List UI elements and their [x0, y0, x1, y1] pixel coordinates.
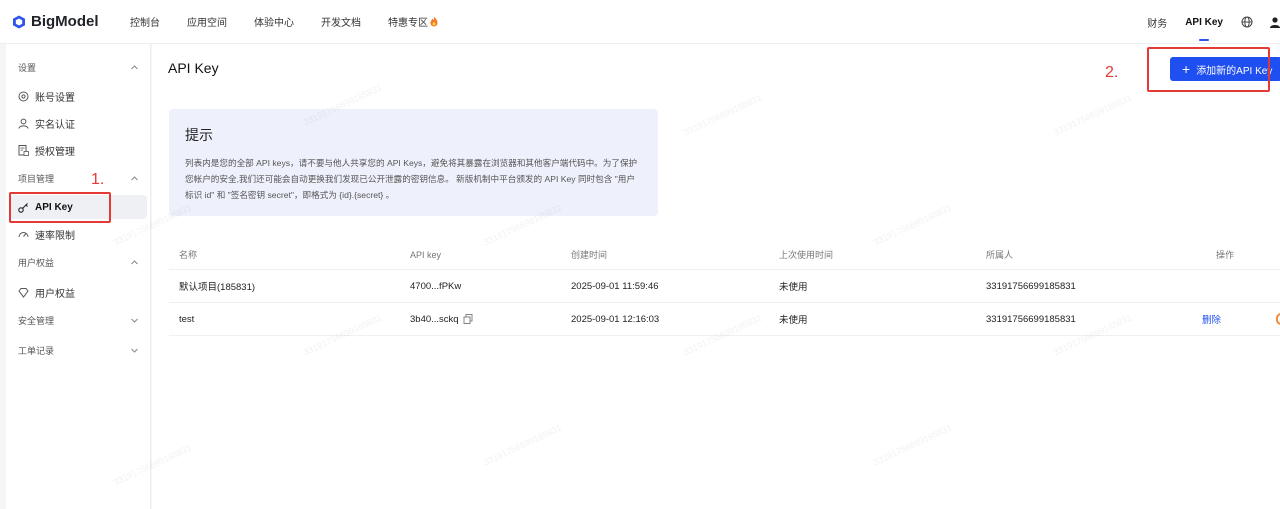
table-header: 名称 API key 创建时间 上次使用时间 所属人 操作	[169, 240, 1280, 270]
header-owner: 所属人	[986, 250, 1014, 260]
sidebar-item-account-settings[interactable]: 账号设置	[10, 84, 147, 108]
diamond-icon	[18, 287, 29, 298]
logo-mark-icon	[13, 15, 25, 28]
tip-panel: 提示 列表内是您的全部 API keys，请不要与他人共享您的 API Keys…	[169, 109, 658, 216]
chevron-up-icon	[131, 175, 138, 180]
row-name: test	[179, 313, 195, 325]
tip-body: 列表内是您的全部 API keys，请不要与他人共享您的 API Keys，避免…	[185, 158, 638, 200]
tip-title: 提示	[185, 127, 213, 143]
nav-special-offers[interactable]: 特惠专区	[388, 14, 438, 29]
header-created: 创建时间	[571, 250, 608, 260]
sidebar-group-label: 用户权益	[18, 257, 55, 268]
sidebar-item-label: 实名认证	[35, 119, 75, 131]
nav-finance[interactable]: 财务	[1147, 0, 1167, 44]
nav-app-space[interactable]: 应用空间	[187, 14, 227, 29]
annotation-highlight-api-key	[9, 192, 111, 223]
nav-dev-docs[interactable]: 开发文档	[321, 14, 361, 29]
chevron-down-icon	[131, 348, 138, 353]
globe-icon[interactable]	[1241, 16, 1253, 28]
sidebar-item-user-benefits[interactable]: 用户权益	[10, 280, 147, 304]
header-action: 操作	[1216, 250, 1235, 260]
flame-icon	[430, 16, 438, 27]
sidebar-item-realname[interactable]: 实名认证	[10, 111, 147, 135]
sidebar-item-label: 账号设置	[35, 92, 75, 104]
row-key: 4700...fPKw	[410, 280, 462, 292]
sidebar-group-label: 项目管理	[18, 173, 55, 184]
table-row: test 3b40...sckq 2025-09-01 12:16:03 未使用…	[169, 303, 1280, 336]
row-name: 默认项目(185831)	[179, 282, 256, 293]
document-lock-icon	[18, 144, 29, 156]
row-last-used: 未使用	[779, 282, 808, 293]
gear-icon	[18, 91, 29, 101]
sidebar-group-security[interactable]: 安全管理	[6, 310, 151, 330]
nav-api-key[interactable]: API Key	[1185, 0, 1223, 44]
annotation-step-2: 2.	[1105, 64, 1119, 81]
sidebar-group-label: 安全管理	[18, 315, 55, 326]
sidebar-group-tickets[interactable]: 工单记录	[6, 340, 151, 360]
sidebar-group-label: 工单记录	[18, 345, 55, 356]
row-last-used: 未使用	[779, 315, 808, 326]
sidebar-item-label: 用户权益	[35, 288, 75, 300]
person-icon	[18, 118, 29, 129]
sidebar: 设置 账号设置 实名认证 授权管理 项目管理 API Key 速率限制 用户权益…	[6, 44, 151, 509]
user-avatar-icon[interactable]	[1270, 16, 1280, 28]
nav-special-offers-label: 特惠专区	[388, 18, 428, 29]
header-name: 名称	[179, 250, 198, 260]
chevron-down-icon	[131, 318, 138, 323]
sidebar-group-benefits[interactable]: 用户权益	[6, 252, 151, 272]
right-nav: 财务 API Key	[1147, 0, 1280, 44]
floating-helper-icon[interactable]	[1276, 313, 1280, 325]
main-content: API Key + 添加新的API Key 提示 列表内是您的全部 API ke…	[152, 44, 1280, 509]
header-api-key: API key	[410, 249, 442, 260]
sidebar-item-authorization[interactable]: 授权管理	[10, 138, 147, 162]
annotation-highlight-add-button	[1147, 47, 1270, 92]
top-bar: BigModel 控制台 应用空间 体验中心 开发文档 特惠专区 财务 API …	[0, 0, 1280, 44]
row-owner: 33191756699185831	[986, 280, 1076, 292]
nav-experience-center[interactable]: 体验中心	[254, 14, 294, 29]
sidebar-item-label: 速率限制	[35, 230, 75, 242]
sidebar-item-rate-limit[interactable]: 速率限制	[10, 222, 147, 246]
api-key-table: 名称 API key 创建时间 上次使用时间 所属人 操作 默认项目(18583…	[169, 240, 1280, 336]
copy-icon[interactable]	[463, 314, 473, 324]
header-last-used: 上次使用时间	[779, 250, 834, 260]
row-created: 2025-09-01 12:16:03	[571, 313, 660, 325]
brand-name: BigModel	[31, 13, 99, 30]
sidebar-group-project[interactable]: 项目管理	[6, 168, 151, 188]
delete-link-cell: 删除	[1202, 303, 1221, 335]
delete-link[interactable]: 删除	[1202, 312, 1221, 326]
speedometer-icon	[18, 231, 29, 237]
chevron-up-icon	[131, 259, 138, 264]
page-title: API Key	[168, 60, 219, 76]
sidebar-group-settings[interactable]: 设置	[6, 57, 151, 77]
row-created: 2025-09-01 11:59:46	[571, 280, 659, 292]
row-key-cell: 3b40...sckq	[410, 303, 473, 335]
main-nav: 控制台 应用空间 体验中心 开发文档 特惠专区	[130, 14, 465, 29]
nav-console[interactable]: 控制台	[130, 14, 160, 29]
sidebar-group-label: 设置	[18, 62, 37, 73]
sidebar-item-label: 授权管理	[35, 146, 75, 158]
table-row: 默认项目(185831) 4700...fPKw 2025-09-01 11:5…	[169, 270, 1280, 303]
brand-logo[interactable]: BigModel	[12, 13, 130, 30]
chevron-up-icon	[131, 64, 138, 69]
annotation-step-1: 1.	[91, 171, 105, 188]
row-owner: 33191756699185831	[986, 313, 1076, 325]
row-key: 3b40...sckq	[410, 313, 459, 325]
